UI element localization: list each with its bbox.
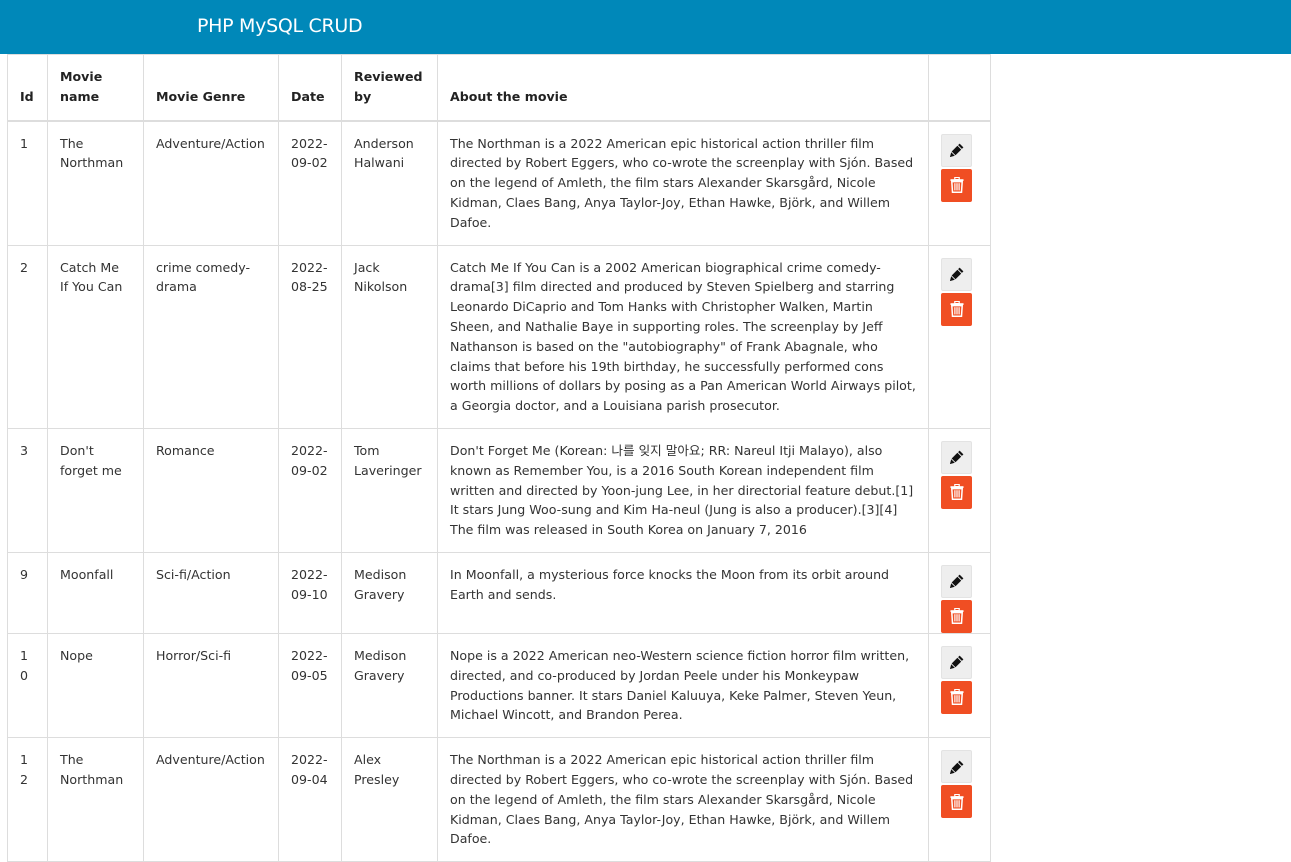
pen-icon — [949, 267, 963, 282]
cell-reviewed-by: Tom Laveringer — [341, 427, 438, 553]
header-movie-genre: Movie Genre — [143, 53, 279, 122]
cell-about: In Moonfall, a mysterious force knocks t… — [437, 551, 929, 634]
pen-icon — [949, 143, 963, 158]
cell-actions — [928, 427, 991, 553]
cell-id: 12 — [7, 737, 48, 862]
table-header: Id Movie name Movie Genre Date Reviewed … — [7, 53, 991, 122]
header-actions — [928, 53, 991, 122]
navbar: PHP MySQL CRUD — [0, 0, 1291, 54]
cell-about: Catch Me If You Can is a 2002 American b… — [437, 244, 929, 429]
trash-icon — [950, 177, 963, 194]
pen-icon — [949, 451, 963, 465]
cell-id: 10 — [7, 632, 48, 739]
pen-icon — [949, 656, 963, 670]
table-row: 2 Catch Me If You Can crime comedy-drama… — [7, 244, 991, 429]
trash-icon — [950, 301, 963, 318]
cell-movie-name: Catch Me If You Can — [47, 244, 144, 429]
table-row: 1 The Northman Adventure/Action 2022-09-… — [7, 120, 991, 246]
cell-date: 2022-09-04 — [278, 737, 342, 862]
cell-reviewed-by: Anderson Halwani — [341, 120, 438, 246]
cell-id: 9 — [7, 551, 48, 634]
cell-date: 2022-09-10 — [278, 551, 342, 634]
cell-movie-name: The Northman — [47, 120, 144, 246]
cell-movie-name: Nope — [47, 632, 144, 739]
cell-actions — [928, 120, 991, 246]
cell-date: 2022-09-02 — [278, 120, 342, 246]
cell-movie-genre: Adventure/Action — [143, 120, 279, 246]
trash-icon — [950, 484, 963, 501]
cell-reviewed-by: Medison Gravery — [341, 632, 438, 739]
delete-button[interactable] — [941, 168, 972, 202]
cell-reviewed-by: Medison Gravery — [341, 551, 438, 634]
header-reviewed-by: Reviewed by — [341, 53, 438, 122]
cell-reviewed-by: Jack Nikolson — [341, 244, 438, 429]
table-row: 10 Nope Horror/Sci-fi 2022-09-05 Medison… — [7, 632, 991, 739]
cell-reviewed-by: Alex Presley — [341, 737, 438, 862]
cell-about: The Northman is a 2022 American epic his… — [437, 737, 929, 862]
cell-date: 2022-09-02 — [278, 427, 342, 553]
cell-actions — [928, 632, 991, 739]
header-about: About the movie — [437, 53, 929, 122]
header-row: Id Movie name Movie Genre Date Reviewed … — [7, 53, 991, 122]
cell-about: Nope is a 2022 American neo-Western scie… — [437, 632, 929, 739]
header-movie-name: Movie name — [47, 53, 144, 122]
cell-date: 2022-08-25 — [278, 244, 342, 429]
edit-button[interactable] — [941, 440, 972, 474]
cell-about: The Northman is a 2022 American epic his… — [437, 120, 929, 246]
delete-button[interactable] — [941, 599, 972, 633]
cell-movie-genre: crime comedy-drama — [143, 244, 279, 429]
trash-icon — [950, 608, 963, 625]
table-row: 12 The Northman Adventure/Action 2022-09… — [7, 737, 991, 862]
cell-actions — [928, 244, 991, 429]
cell-movie-name: Don't forget me — [47, 427, 144, 553]
delete-button[interactable] — [941, 785, 972, 819]
delete-button[interactable] — [941, 680, 972, 714]
table-row: 3 Don't forget me Romance 2022-09-02 Tom… — [7, 427, 991, 553]
edit-button[interactable] — [941, 133, 972, 167]
pen-icon — [949, 575, 963, 589]
cell-movie-genre: Horror/Sci-fi — [143, 632, 279, 739]
cell-movie-name: The Northman — [47, 737, 144, 862]
cell-actions — [928, 737, 991, 862]
header-date: Date — [278, 53, 342, 122]
trash-icon — [950, 793, 963, 810]
trash-icon — [950, 689, 963, 706]
edit-button[interactable] — [941, 257, 972, 291]
table-body: 1 The Northman Adventure/Action 2022-09-… — [7, 120, 991, 862]
table-row: 9 Moonfall Sci-fi/Action 2022-09-10 Medi… — [7, 551, 991, 634]
edit-button[interactable] — [941, 564, 972, 598]
edit-button[interactable] — [941, 645, 972, 679]
cell-about: Don't Forget Me (Korean: 나를 잊지 말아요; RR: … — [437, 427, 929, 553]
cell-movie-genre: Adventure/Action — [143, 737, 279, 862]
delete-button[interactable] — [941, 292, 972, 326]
pen-icon — [949, 760, 963, 774]
movies-table-container: Id Movie name Movie Genre Date Reviewed … — [7, 53, 991, 862]
edit-button[interactable] — [941, 750, 972, 784]
delete-button[interactable] — [941, 475, 972, 509]
cell-movie-genre: Sci-fi/Action — [143, 551, 279, 634]
cell-id: 1 — [7, 120, 48, 246]
cell-movie-name: Moonfall — [47, 551, 144, 634]
cell-movie-genre: Romance — [143, 427, 279, 553]
cell-id: 2 — [7, 244, 48, 429]
cell-date: 2022-09-05 — [278, 632, 342, 739]
header-id: Id — [7, 53, 48, 122]
cell-actions — [928, 551, 991, 634]
brand-title[interactable]: PHP MySQL CRUD — [197, 15, 363, 37]
movies-table: Id Movie name Movie Genre Date Reviewed … — [7, 53, 991, 862]
cell-id: 3 — [7, 427, 48, 553]
